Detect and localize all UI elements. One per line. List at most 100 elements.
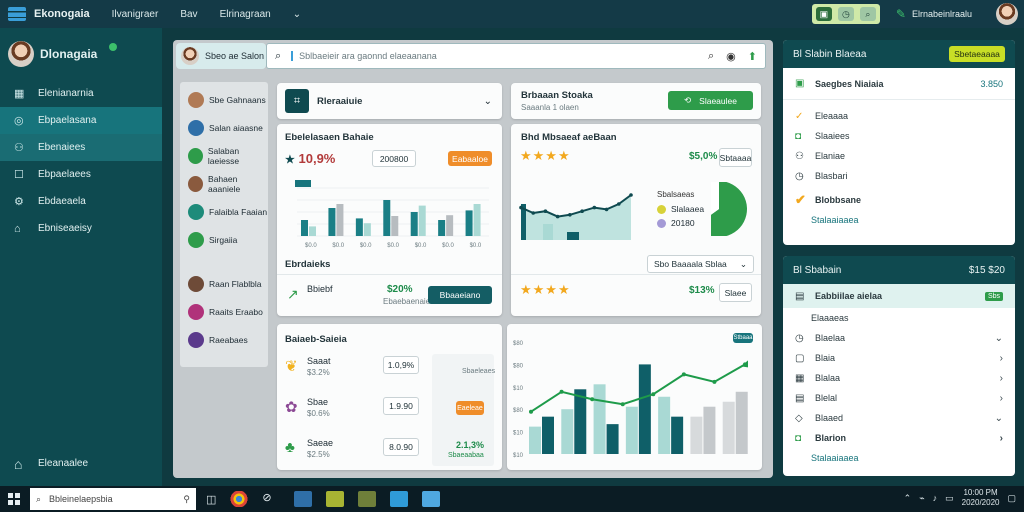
sidebar-item-6[interactable]: ⌂ Ebniseaeisy [0, 215, 162, 242]
store-icon[interactable] [390, 491, 409, 507]
search-icon: ⌕ [275, 49, 282, 62]
app-icon[interactable]: ▣ [815, 7, 832, 21]
chevron-down-icon[interactable]: ⌄ [484, 96, 492, 107]
network-icon[interactable]: ⌁ [919, 493, 924, 504]
title-row[interactable]: ▤ Eabbiilae aielaa Sbs [783, 284, 1015, 308]
list-item[interactable]: Sirgaiia [180, 226, 268, 254]
sidebar-item-3[interactable]: ⚇ Ebenaiees [0, 134, 162, 161]
user-label[interactable]: Elrnabeinlraalu [912, 9, 972, 19]
sidebar-item-home[interactable]: ⌂ Eleanaalee [0, 450, 162, 477]
row-sub: Ebaebaenaiea [383, 297, 435, 306]
spreadsheet-icon[interactable] [326, 491, 345, 507]
item-label: Blaaed [815, 413, 844, 423]
footer-link[interactable]: Stalaaiaaea [783, 210, 1015, 230]
list-item[interactable]: Bahaen aaaniele [180, 170, 268, 198]
trend-line [530, 363, 746, 413]
search-icon[interactable]: ⌕ [859, 7, 876, 21]
search-icon: ⌕ [36, 493, 42, 504]
list-item[interactable]: ▤ Blelal › [783, 388, 1015, 408]
clock[interactable]: 10:00 PM 2020/2020 [962, 488, 1000, 508]
list-item-highlight[interactable]: ✔ Blobbsane [783, 190, 1015, 210]
menu-item-1[interactable]: Ilvanigraer [112, 9, 159, 20]
trend-point [590, 397, 595, 402]
orange-button[interactable]: Eabaaloe [448, 151, 492, 166]
item-value-button[interactable]: 1.9.90 [383, 397, 419, 415]
pin-icon[interactable]: ⬆ [748, 50, 757, 63]
copilot-icon[interactable]: ⚲ [183, 494, 190, 505]
action-button-2[interactable]: Slaee [719, 283, 752, 302]
footer-link[interactable]: Stalaaiaaea [783, 448, 1015, 468]
action-button-1[interactable]: Sbtaaaa [719, 148, 752, 167]
battery-icon[interactable]: ▭ [945, 493, 954, 504]
side-badge[interactable]: Eaeleae [456, 401, 484, 415]
search-placeholder: Bbleinelaepsbia [49, 494, 113, 504]
sidebar-item-5[interactable]: ⚙ Ebdaeaela [0, 188, 162, 215]
list-item[interactable]: ✓ Eleaaaa [783, 106, 1015, 126]
list-item[interactable]: ▢ Blaia › [783, 348, 1015, 368]
value-button[interactable]: 200800 [372, 150, 416, 167]
item-value-button[interactable]: 1.0,9% [383, 356, 419, 374]
list-item[interactable]: Falaibla Faaian [180, 198, 268, 226]
list-item[interactable]: ♣ Saeae $2.5% 8.0.90 [285, 436, 425, 466]
notification-icon[interactable]: ▢ [1007, 493, 1016, 504]
row-button[interactable]: Bbaaeiano [428, 286, 492, 304]
y-tick-label: $80 [513, 363, 524, 369]
chrome-icon[interactable] [230, 491, 249, 507]
windows-start-icon[interactable] [8, 493, 20, 505]
task-view-icon[interactable]: ◫ [206, 493, 216, 506]
bag-icon[interactable] [422, 491, 441, 507]
sidebar-item-2[interactable]: ◎ Ebpaelasana [0, 107, 162, 134]
photos-icon[interactable] [358, 491, 377, 507]
list-item[interactable]: Salaban laeiesse [180, 142, 268, 170]
folder-icon[interactable]: ⊘ [262, 491, 280, 507]
taskbar-search-input[interactable]: ⌕ Bbleinelaepsbia ⚲ [30, 488, 196, 510]
list-item[interactable]: Salan aiaasne [180, 114, 268, 142]
panel-a-header[interactable]: ⌗ Rleraaiuie ⌄ [277, 83, 502, 119]
item-label: Blelal [815, 393, 838, 403]
chevron-up-icon[interactable]: ⌃ [904, 493, 912, 504]
user-chip[interactable]: Sbeo ae Salon [176, 43, 266, 69]
search-input[interactable]: ⌕ Sblbaeieir ara gaonnd elaeaanana ⌕ ◉ ⬆ [266, 43, 766, 69]
sidebar-item-label: Ebniseaeisy [38, 223, 92, 234]
bar [625, 406, 638, 454]
data-point [531, 211, 536, 215]
list-item[interactable]: ❦ Saaat $3.2% 1.0,9% [285, 354, 425, 384]
filter-select[interactable]: Sbo Baaaala Sblaa ⌄ [647, 255, 754, 273]
right-panel-header: Bl Slabin Blaeaa Sbetaeaaaa [783, 40, 1015, 68]
chevron-down-icon: ⌄ [994, 332, 1003, 344]
list-item[interactable]: ▦ Blalaa › [783, 368, 1015, 388]
y-tick-label: $80 [513, 408, 524, 414]
menu-item-3[interactable]: Elrinagraan [220, 9, 271, 20]
item-value-button[interactable]: 8.0.90 [383, 438, 419, 456]
flower-icon: ✿ [285, 399, 298, 416]
rating-value: $5,0% [689, 151, 718, 162]
chevron-down-icon[interactable]: ⌄ [293, 9, 301, 20]
clock-icon[interactable]: ◉ [726, 50, 736, 63]
list-item[interactable]: ◷ Blaelaa ⌄ [783, 328, 1015, 348]
header-action-button[interactable]: ⟲ Slaeaulee [668, 91, 753, 110]
sidebar-item-4[interactable]: ☐ Ebpaelaees [0, 161, 162, 188]
sidebar-profile[interactable]: Dlonagaia [0, 28, 162, 80]
list-item[interactable]: ⚇ Elaniae [783, 146, 1015, 166]
contact-name: Raeabaes [209, 335, 248, 345]
list-item[interactable]: Raeabaes [180, 326, 268, 354]
title-row[interactable]: ▣ Saegbes Niaiaia 3.850 [783, 68, 1015, 100]
list-item[interactable]: Raaits Eraabo [180, 298, 268, 326]
list-item[interactable]: ◘ Blarion › [783, 428, 1015, 448]
list-item[interactable]: ◇ Blaaed ⌄ [783, 408, 1015, 428]
outlook-icon[interactable] [294, 491, 313, 507]
header-button[interactable]: Sbetaeaaaa [949, 46, 1005, 62]
list-item[interactable]: Raan Flablbla [180, 270, 268, 298]
list-item[interactable]: ✿ Sbae $0.6% 1.9.90 [285, 395, 425, 425]
volume-icon[interactable]: ♪ [933, 493, 938, 503]
menu-item-2[interactable]: Bav [180, 9, 197, 20]
search-icon[interactable]: ⌕ [708, 50, 714, 63]
clock-icon[interactable]: ◷ [837, 7, 854, 21]
list-item[interactable]: ◷ Blasbari [783, 166, 1015, 186]
row-value: 3.850 [980, 78, 1003, 89]
sidebar-item-1[interactable]: ▦ Elenianarnia [0, 80, 162, 107]
avatar[interactable] [996, 3, 1018, 25]
sidebar-item-label: Ebpaelasana [38, 115, 97, 126]
list-item[interactable]: ◘ Slaaiees [783, 126, 1015, 146]
list-item[interactable]: Sbe Gahnaans [180, 86, 268, 114]
